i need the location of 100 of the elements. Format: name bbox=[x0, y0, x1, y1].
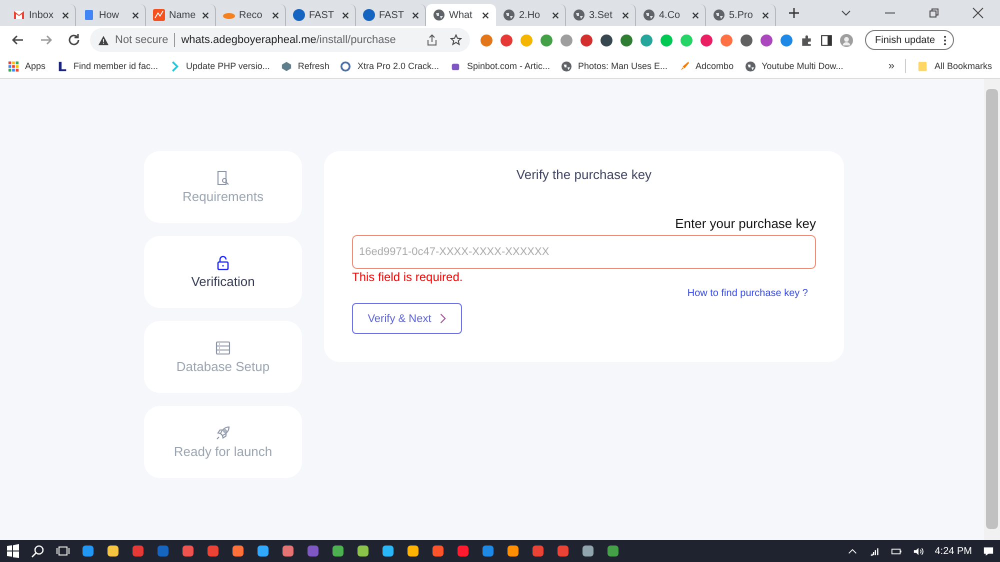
close-icon[interactable] bbox=[691, 10, 700, 20]
step-card[interactable]: Verification bbox=[144, 236, 302, 308]
tab-favicon-icon bbox=[573, 9, 585, 21]
search-icon[interactable] bbox=[31, 544, 45, 558]
document-search-icon bbox=[215, 170, 231, 186]
taskbar-app-icon[interactable] bbox=[356, 544, 370, 558]
taskbar-app-icon[interactable] bbox=[531, 544, 545, 558]
help-link[interactable]: How to find purchase key ? bbox=[687, 288, 808, 299]
extension-icon[interactable] bbox=[580, 34, 593, 46]
extension-icon[interactable] bbox=[700, 34, 713, 46]
avatar-icon[interactable] bbox=[840, 34, 853, 46]
taskbar-app-icon[interactable] bbox=[231, 544, 245, 558]
bookmark-favicon-icon bbox=[744, 60, 756, 72]
bookmark-favicon-icon bbox=[340, 60, 352, 72]
folder-icon bbox=[917, 60, 928, 72]
close-icon[interactable] bbox=[341, 10, 350, 20]
notification-icon[interactable] bbox=[983, 546, 994, 556]
bookmark[interactable]: Photos: Man Uses E... bbox=[561, 60, 668, 72]
taskbar-app-icon[interactable] bbox=[556, 544, 570, 558]
browser-tab[interactable]: 4.Co bbox=[636, 4, 706, 26]
taskbar-app-icon[interactable] bbox=[481, 544, 495, 558]
tab-favicon-icon bbox=[363, 9, 375, 21]
extension-icon[interactable] bbox=[740, 34, 753, 46]
forward-icon[interactable] bbox=[39, 33, 53, 47]
browser-tab[interactable]: 5.Pro bbox=[706, 4, 776, 26]
taskbar-app-icon[interactable] bbox=[106, 544, 120, 558]
puzzle-icon[interactable] bbox=[800, 34, 813, 46]
tab-favicon-icon bbox=[13, 9, 25, 21]
extension-icon[interactable] bbox=[500, 34, 513, 46]
all-bookmarks-button[interactable]: All Bookmarks bbox=[917, 60, 992, 72]
taskbar-app-icon[interactable] bbox=[206, 544, 220, 558]
wifi-icon[interactable] bbox=[868, 546, 880, 556]
close-icon[interactable] bbox=[201, 10, 210, 20]
back-icon[interactable] bbox=[11, 33, 25, 47]
tab-favicon-icon bbox=[503, 9, 515, 21]
taskbar-app-icon[interactable] bbox=[506, 544, 520, 558]
speaker-icon[interactable] bbox=[912, 546, 924, 556]
browser-tab[interactable]: 2.Ho bbox=[496, 4, 566, 26]
browser-tab[interactable]: Reco bbox=[216, 4, 286, 26]
taskbar-app-icon[interactable] bbox=[81, 544, 95, 558]
taskbar-app-icon[interactable] bbox=[181, 544, 195, 558]
taskbar-app-icon[interactable] bbox=[381, 544, 395, 558]
taskbar-app-icon[interactable] bbox=[406, 544, 420, 558]
new-tab-icon[interactable] bbox=[788, 7, 800, 19]
scrollbar[interactable] bbox=[984, 79, 1000, 540]
bookmark[interactable]: Adcombo bbox=[678, 60, 734, 72]
bookmark[interactable]: Xtra Pro 2.0 Crack... bbox=[340, 60, 439, 72]
restore-icon[interactable] bbox=[928, 7, 940, 19]
bookmark[interactable]: Youtube Multi Dow... bbox=[744, 60, 844, 72]
close-icon[interactable] bbox=[481, 10, 490, 20]
close-icon[interactable] bbox=[761, 10, 770, 20]
extension-icon[interactable] bbox=[760, 34, 773, 46]
bookmark[interactable]: Refresh bbox=[280, 60, 330, 72]
browser-tab[interactable]: Inbox bbox=[6, 4, 76, 26]
tab-favicon-icon bbox=[433, 9, 445, 21]
extension-icon[interactable] bbox=[600, 34, 613, 46]
extension-icon[interactable] bbox=[620, 34, 633, 46]
clock[interactable]: 4:24 PM bbox=[934, 546, 972, 556]
browser-tab[interactable]: 3.Set bbox=[566, 4, 636, 26]
tab-favicon-icon bbox=[713, 9, 725, 21]
star-icon[interactable] bbox=[450, 34, 462, 46]
taskbar-app-icon[interactable] bbox=[606, 544, 620, 558]
side-panel-icon[interactable] bbox=[820, 34, 833, 46]
close-icon[interactable] bbox=[972, 7, 984, 19]
close-icon[interactable] bbox=[271, 10, 280, 20]
verify-next-button[interactable]: Verify & Next bbox=[352, 303, 462, 334]
bookmark-favicon-icon bbox=[280, 60, 292, 72]
browser-tab[interactable]: What bbox=[426, 4, 496, 26]
taskbar-app-icon[interactable] bbox=[331, 544, 345, 558]
taskbar-app-icon[interactable] bbox=[431, 544, 445, 558]
browser-tab[interactable]: Name bbox=[146, 4, 216, 26]
close-icon[interactable] bbox=[551, 10, 560, 20]
task-view-icon[interactable] bbox=[56, 544, 70, 558]
close-icon[interactable] bbox=[621, 10, 630, 20]
share-icon[interactable] bbox=[426, 34, 438, 46]
tab-favicon-icon bbox=[83, 9, 95, 21]
windows-start-icon[interactable] bbox=[6, 544, 20, 558]
rocket-icon bbox=[215, 425, 231, 441]
close-icon[interactable] bbox=[411, 10, 420, 20]
bookmark[interactable]: Apps bbox=[8, 60, 46, 72]
bookmark[interactable]: Find member id fac... bbox=[56, 60, 158, 72]
bookmark[interactable]: Update PHP versio... bbox=[169, 60, 270, 72]
close-icon[interactable] bbox=[131, 10, 140, 20]
bookmark-favicon-icon bbox=[169, 60, 180, 72]
reload-icon[interactable] bbox=[67, 33, 81, 47]
taskbar-app-icon[interactable] bbox=[581, 544, 595, 558]
address-bar[interactable]: Not secure whats.adegboyerapheal.me/install/purchase bbox=[90, 28, 470, 52]
finish-update-button[interactable]: Finish update bbox=[865, 30, 954, 50]
tab-favicon-icon bbox=[643, 9, 655, 21]
unlock-icon bbox=[215, 255, 231, 271]
taskbar-app-icon[interactable] bbox=[256, 544, 270, 558]
more-bookmarks-button[interactable]: » bbox=[888, 60, 894, 72]
close-icon[interactable] bbox=[61, 10, 70, 20]
browser-tab[interactable]: FAST bbox=[286, 4, 356, 26]
taskbar-app-icon[interactable] bbox=[456, 544, 470, 558]
browser-tab[interactable]: How bbox=[76, 4, 146, 26]
bookmark[interactable]: Spinbot.com - Artic... bbox=[450, 60, 550, 72]
taskbar-app-icon[interactable] bbox=[281, 544, 295, 558]
more-icon[interactable] bbox=[943, 34, 948, 46]
purchase-key-field[interactable]: 16ed9971-0c47-XXXX-XXXX-XXXXXX bbox=[352, 235, 816, 269]
